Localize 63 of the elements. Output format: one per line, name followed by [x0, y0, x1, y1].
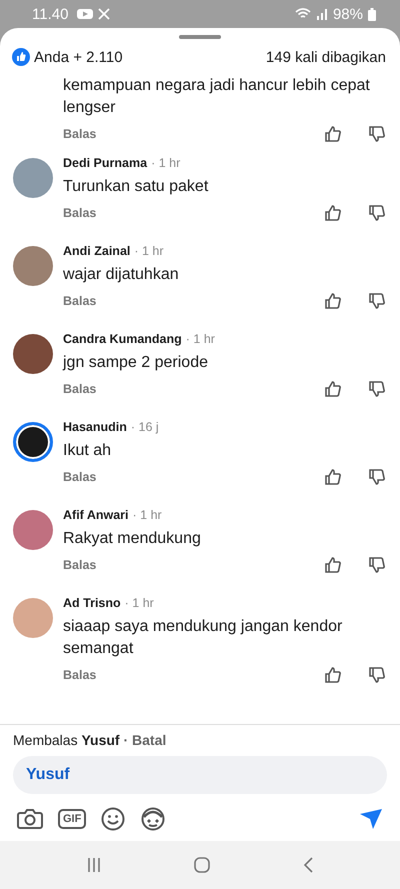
thumbs-up-icon[interactable]: [324, 666, 342, 684]
status-time: 11.40: [32, 6, 68, 22]
thumbs-down-icon[interactable]: [368, 292, 386, 310]
avatar[interactable]: [13, 422, 53, 462]
thumbs-down-icon[interactable]: [368, 556, 386, 574]
reply-link[interactable]: Balas: [63, 206, 96, 220]
comment-time: · 1 hr: [186, 332, 215, 346]
commenter-name[interactable]: Hasanudin: [63, 420, 127, 434]
thumbs-down-icon[interactable]: [368, 125, 386, 143]
thumbs-down-icon[interactable]: [368, 666, 386, 684]
commenter-name[interactable]: Afif Anwari: [63, 508, 129, 522]
battery-level: 98%: [332, 6, 363, 22]
gif-button[interactable]: GIF: [58, 809, 86, 829]
commenter-name[interactable]: Ad Trisno: [63, 596, 121, 610]
thumbs-up-icon[interactable]: [324, 556, 342, 574]
reaction-count[interactable]: Anda + 2.110: [34, 48, 123, 66]
comment-text: Ikut ah: [63, 441, 112, 461]
comment-text: siaaap saya mendukung jangan kendor semangat: [63, 617, 344, 659]
x-logo-icon: [98, 8, 110, 20]
home-icon[interactable]: [194, 857, 210, 873]
wifi-icon: [294, 8, 311, 20]
comment-time: · 16 j: [130, 420, 159, 434]
emoji-icon[interactable]: [101, 807, 126, 831]
thumbs-up-icon[interactable]: [324, 204, 342, 222]
like-icon: [12, 48, 30, 66]
thumbs-up-icon[interactable]: [324, 468, 342, 486]
reply-link[interactable]: Balas: [63, 127, 96, 141]
commenter-name[interactable]: Candra Kumandang: [63, 332, 182, 346]
comment-text: jgn sampe 2 periode: [63, 353, 209, 373]
send-icon[interactable]: [359, 808, 383, 830]
commenter-name[interactable]: Andi Zainal: [63, 244, 130, 258]
thumbs-down-icon[interactable]: [368, 380, 386, 398]
comment-text: Turunkan satu paket: [63, 177, 210, 197]
avatar[interactable]: [13, 334, 53, 374]
comment-text: Rakyat mendukung: [63, 529, 202, 549]
reply-link[interactable]: Balas: [63, 470, 96, 484]
reply-link[interactable]: Balas: [63, 668, 96, 682]
comment-text: wajar dijatuhkan: [63, 265, 180, 285]
reply-link[interactable]: Balas: [63, 558, 96, 572]
youtube-icon: [77, 8, 94, 20]
reply-link[interactable]: Balas: [63, 382, 96, 396]
comment-text: kemampuan negara jadi hancur lebih cepat lengser: [63, 76, 371, 118]
share-count[interactable]: 149 kali dibagikan: [266, 48, 386, 66]
thumbs-up-icon[interactable]: [324, 292, 342, 310]
thumbs-down-icon[interactable]: [368, 204, 386, 222]
comment-input[interactable]: Yusuf: [13, 756, 387, 794]
back-icon[interactable]: [302, 857, 314, 873]
drag-handle[interactable]: [179, 35, 221, 39]
avatar-sticker-icon[interactable]: [140, 807, 166, 831]
comment-time: · 1 hr: [132, 508, 162, 522]
comment-time: · 1 hr: [134, 244, 164, 258]
battery-icon: [368, 8, 376, 20]
camera-icon[interactable]: [17, 808, 43, 830]
thumbs-up-icon[interactable]: [324, 380, 342, 398]
replying-to-text: Membalas Yusuf · Batal: [13, 732, 168, 748]
comment-time: · 1 hr: [124, 596, 154, 610]
thumbs-up-icon[interactable]: [324, 125, 342, 143]
commenter-name[interactable]: Dedi Purnama: [63, 156, 148, 170]
comment-time: · 1 hr: [151, 156, 180, 170]
reply-link[interactable]: Balas: [63, 294, 96, 308]
recent-apps-icon[interactable]: [86, 857, 102, 873]
thumbs-down-icon[interactable]: [368, 468, 386, 486]
signal-icon: [316, 8, 328, 20]
